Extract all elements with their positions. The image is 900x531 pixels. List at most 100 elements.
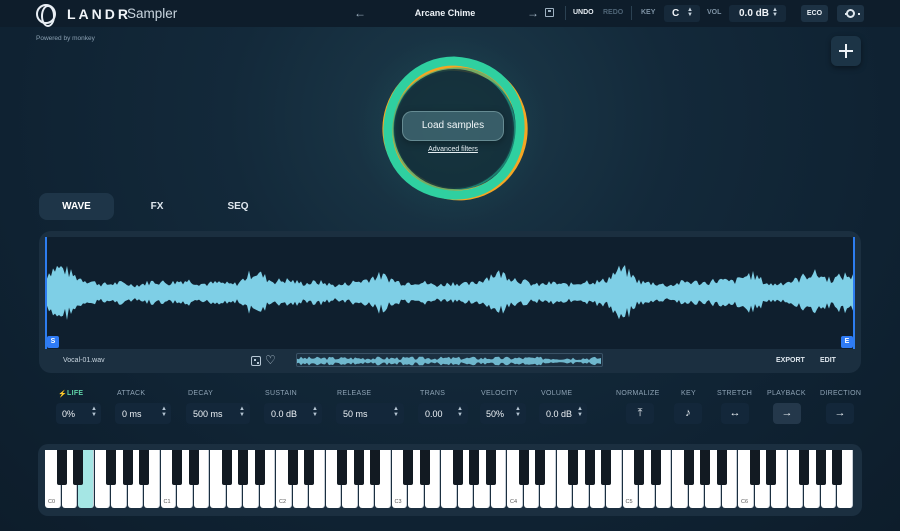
life-value: 0% [62,409,76,419]
advanced-filters-link[interactable]: Advanced filters [418,146,488,153]
sustain-stepper-icon[interactable]: ▲ ▼ [312,406,318,418]
decay-stepper-icon[interactable]: ▲ ▼ [239,406,245,418]
vol-stepper-icon[interactable]: ▲ ▼ [772,7,778,18]
piano-black-key[interactable] [337,450,347,485]
favorite-heart-icon[interactable]: ♡ [265,354,276,366]
piano-black-key[interactable] [106,450,116,485]
edit-button[interactable]: EDIT [820,357,836,364]
velocity-label: VELOCITY [481,390,519,397]
key-selector[interactable] [664,5,700,22]
piano-black-key[interactable] [254,450,265,485]
piano-black-key[interactable] [815,450,826,485]
piano-black-key[interactable] [287,450,298,485]
piano-black-key[interactable] [139,450,149,485]
key-stepper-icon[interactable]: ▲ ▼ [687,7,693,18]
powered-by-text: Powered by monkey [36,35,95,42]
end-marker-line[interactable] [853,237,855,349]
playback-button[interactable]: → [773,403,801,424]
piano-black-key[interactable] [832,450,842,485]
randomize-dice-icon[interactable] [251,356,261,366]
piano-black-key[interactable] [353,450,364,485]
velocity-stepper-icon[interactable]: ▲ ▼ [515,406,521,418]
piano-black-key[interactable] [634,450,644,485]
volume-stepper-icon[interactable]: ▲ ▼ [577,406,583,418]
piano-black-key[interactable] [188,450,199,485]
piano-black-key[interactable] [568,450,578,485]
decay-label: DECAY [188,390,214,397]
piano-black-key[interactable] [700,450,710,485]
octave-label: C5 [625,499,633,505]
piano-black-key[interactable] [452,450,463,485]
direction-label: DIRECTION [820,390,862,397]
waveform-overview[interactable] [296,353,603,367]
piano-black-key[interactable] [56,450,67,485]
gear-icon [845,9,860,18]
piano-black-key[interactable] [172,450,182,485]
eco-button[interactable]: ECO [801,5,828,22]
octave-label: C0 [48,499,56,505]
undo-button[interactable]: UNDO [573,9,594,16]
release-label: RELEASE [337,390,372,397]
piano-black-key[interactable] [535,450,545,485]
release-value: 50 ms [343,409,368,419]
normalize-label: NORMALIZE [616,390,660,397]
key-value: C [672,8,680,19]
volume-value: 0.0 dB [546,409,573,419]
start-marker-line[interactable] [45,237,47,349]
piano-black-key[interactable] [601,450,611,485]
piano-black-key[interactable] [584,450,595,485]
stretch-arrows-icon: ↔ [729,407,741,419]
tab-seq[interactable]: SEQ [212,193,264,220]
piano-black-key[interactable] [799,450,809,485]
landr-logo-icon [36,4,56,27]
direction-button[interactable]: → [826,403,854,424]
load-samples-button[interactable]: Load samples [402,111,504,141]
key-mode-button[interactable]: ♪ [674,403,702,424]
vol-value: 0.0 dB [739,8,770,19]
piano-black-key[interactable] [370,450,380,485]
trans-value: 0.00 [425,409,443,419]
piano-black-key[interactable] [403,450,413,485]
piano-black-key[interactable] [766,450,776,485]
piano-black-key[interactable] [749,450,760,485]
piano-black-key[interactable] [650,450,661,485]
piano-black-key[interactable] [518,450,529,485]
end-marker[interactable]: E [841,336,853,348]
trans-label: TRANS [420,390,446,397]
piano-black-key[interactable] [485,450,496,485]
volume-label: VOLUME [541,390,573,397]
preset-name[interactable]: Arcane Chime [395,8,495,18]
piano-black-key[interactable] [238,450,248,485]
previous-preset-arrow-icon[interactable]: ← [354,6,366,20]
piano-black-key[interactable] [73,450,83,485]
life-stepper-icon[interactable]: ▲ ▼ [91,406,97,418]
waveform-path [45,265,855,320]
tab-fx[interactable]: FX [132,193,182,220]
stretch-button[interactable]: ↔ [721,403,749,424]
octave-label: C2 [279,499,287,505]
piano-black-key[interactable] [221,450,232,485]
life-icon: ⚡ [58,391,68,398]
tab-wave[interactable]: WAVE [39,193,114,220]
add-icon-button[interactable] [831,36,861,66]
piano-black-key[interactable] [122,450,133,485]
piano-black-key[interactable] [683,450,694,485]
release-stepper-icon[interactable]: ▲ ▼ [393,406,399,418]
settings-button[interactable] [837,5,864,22]
next-preset-arrow-icon[interactable]: → [527,6,539,20]
life-label: LIFE [67,390,84,397]
piano-black-key[interactable] [419,450,430,485]
normalize-button[interactable]: ⤒ [626,403,654,424]
start-marker[interactable]: S [47,336,59,348]
divider [631,6,632,20]
attack-stepper-icon[interactable]: ▲ ▼ [161,406,167,418]
redo-button[interactable]: REDO [603,9,623,16]
piano-black-key[interactable] [469,450,479,485]
save-icon[interactable] [545,8,554,17]
piano-black-key[interactable] [716,450,727,485]
trans-stepper-icon[interactable]: ▲ ▼ [457,406,463,418]
octave-label: C4 [510,499,518,505]
piano-black-key[interactable] [304,450,314,485]
octave-label: C3 [394,499,402,505]
export-button[interactable]: EXPORT [776,357,805,364]
